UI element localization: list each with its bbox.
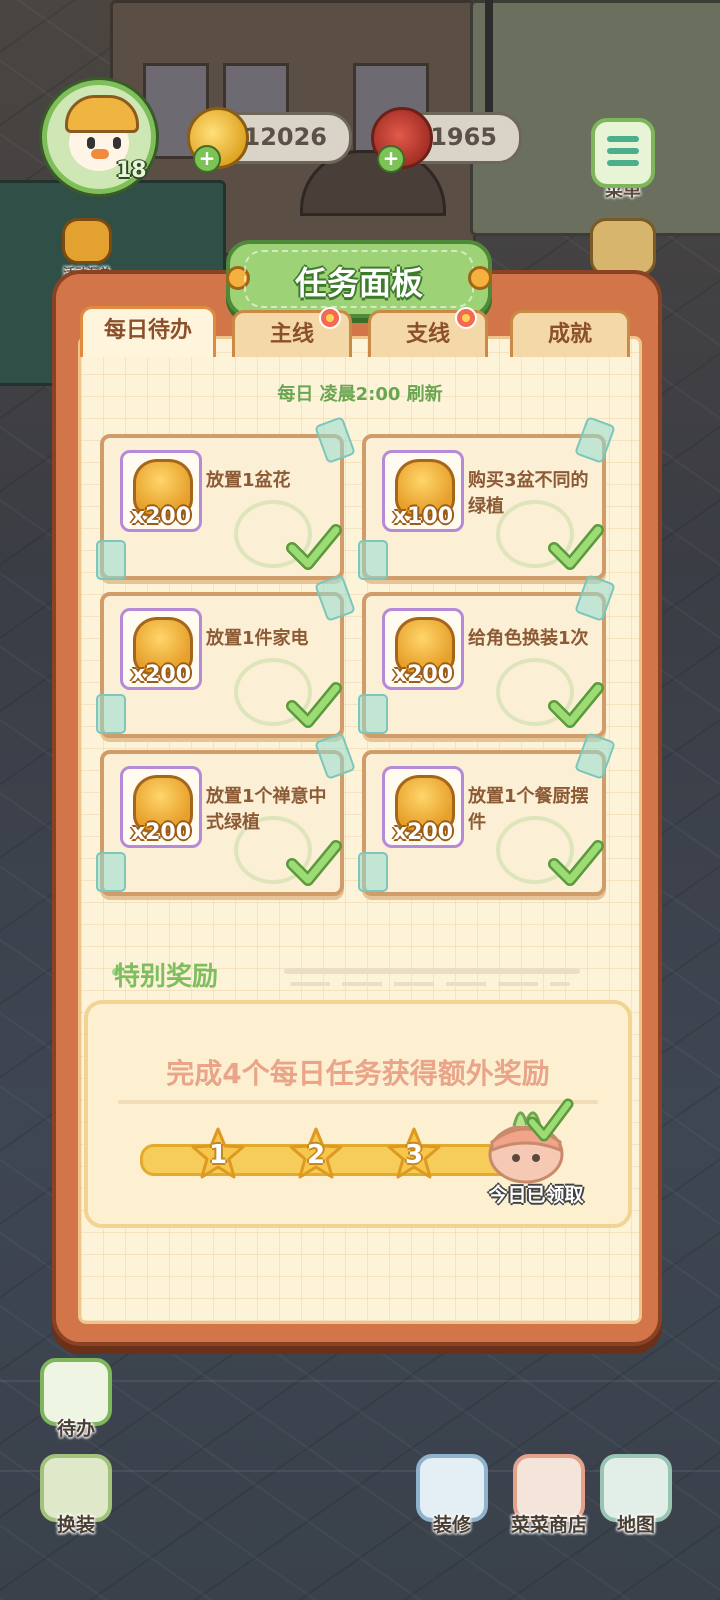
checkmark-icon <box>548 524 604 570</box>
bonus-chest-icon[interactable] <box>484 1096 574 1184</box>
notification-badge <box>319 307 341 329</box>
task-card[interactable]: x200 放置1件家电 <box>100 592 344 738</box>
pet-button[interactable] <box>588 218 658 276</box>
milestone-star: 3 <box>386 1126 442 1182</box>
tab-daily[interactable]: 每日待办 <box>80 306 216 357</box>
task-description: 放置1个禅意中式绿植 <box>206 786 327 833</box>
reward-slot: x200 <box>120 608 202 690</box>
add-meat-button[interactable]: + <box>377 145 405 173</box>
dressup-button[interactable]: 换装 <box>38 1454 114 1537</box>
special-reward-heading: 特别奖励 <box>114 962 219 992</box>
checkmark-icon <box>548 682 604 728</box>
claimed-status: 今日已领取 <box>488 1184 584 1206</box>
task-card[interactable]: x200 放置1个禅意中式绿植 <box>100 750 344 896</box>
tape-decoration <box>96 694 126 734</box>
reward-slot: x200 <box>120 766 202 848</box>
reward-slot: x200 <box>382 608 464 690</box>
tape-decoration <box>358 540 388 580</box>
task-description: 放置1盆花 <box>206 470 291 491</box>
task-card[interactable]: x100 购买3盆不同的绿植 <box>362 434 606 580</box>
tape-decoration <box>358 694 388 734</box>
reward-slot: x100 <box>382 450 464 532</box>
task-card[interactable]: x200 给角色换装1次 <box>362 592 606 738</box>
task-description: 给角色换装1次 <box>468 628 589 649</box>
tab-side[interactable]: 支线 <box>368 307 488 357</box>
street-lamp <box>485 0 493 120</box>
tape-decoration <box>358 852 388 892</box>
map-button[interactable]: 地图 <box>598 1454 674 1537</box>
task-description: 放置1个餐厨摆件 <box>468 786 589 833</box>
reward-slot: x200 <box>120 450 202 532</box>
menu-button[interactable]: 菜单 <box>588 118 658 202</box>
coin-value: 12026 <box>243 123 328 151</box>
events-icon <box>62 218 112 264</box>
tape-decoration <box>96 852 126 892</box>
menu-icon <box>591 118 655 188</box>
hamster-icon <box>590 218 656 276</box>
shop-button[interactable]: 菜菜商店 <box>504 1454 594 1537</box>
tab-main[interactable]: 主线 <box>232 307 352 357</box>
reward-slot: x200 <box>382 766 464 848</box>
task-description: 放置1件家电 <box>206 628 309 649</box>
checkmark-icon <box>286 840 342 886</box>
notification-badge <box>455 307 477 329</box>
tab-achievements[interactable]: 成就 <box>510 310 630 357</box>
meat-counter[interactable]: + 1965 <box>371 107 522 173</box>
task-description: 购买3盆不同的绿植 <box>468 470 589 517</box>
meat-value: 1965 <box>430 123 497 151</box>
panel-title-banner: 任务面板 <box>226 240 492 318</box>
player-level: 18 <box>116 158 147 183</box>
task-card[interactable]: x200 放置1个餐厨摆件 <box>362 750 606 896</box>
bonus-description: 完成4个每日任务获得额外奖励 <box>166 1057 550 1090</box>
checkmark-icon <box>548 840 604 886</box>
decorate-button[interactable]: 装修 <box>414 1454 490 1537</box>
tape-decoration <box>96 540 126 580</box>
coin-counter[interactable]: + 12026 <box>187 107 352 173</box>
checkmark-icon <box>286 682 342 728</box>
todo-button[interactable]: 待办 <box>38 1358 114 1441</box>
refresh-notice: 每日 凌晨2:00 刷新 <box>277 384 443 405</box>
checkmark-icon <box>286 524 342 570</box>
panel-title: 任务面板 <box>294 264 423 302</box>
add-coins-button[interactable]: + <box>193 145 221 173</box>
milestone-star: 2 <box>288 1126 344 1182</box>
task-card[interactable]: x200 放置1盆花 <box>100 434 344 580</box>
milestone-star: 1 <box>190 1126 246 1182</box>
avatar-hat <box>65 95 139 133</box>
bonus-reward-box: 完成4个每日任务获得额外奖励 1 2 3 今日已领取 <box>84 1000 632 1228</box>
